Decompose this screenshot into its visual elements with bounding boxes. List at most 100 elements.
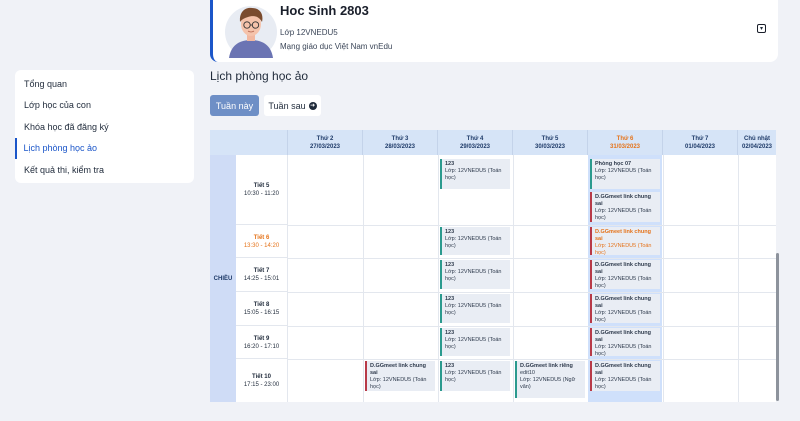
sidebar-item-registered-courses[interactable]: Khóa học đã đăng ký — [15, 116, 194, 138]
class-card[interactable]: 123 Lớp: 12VNEDU5 (Toán học) — [440, 328, 510, 356]
student-name: Hoc Sinh 2803 — [280, 3, 369, 18]
scrollbar[interactable] — [776, 253, 779, 401]
card-line: học) — [445, 376, 456, 383]
card-line: học) — [445, 309, 456, 316]
period-time: 10:30 - 11:20 — [244, 191, 279, 197]
class-card[interactable]: D.GGmeet link chung sai Lớp: 12VNEDU5 (T… — [590, 328, 660, 356]
period-name: Tiết 5 — [253, 183, 270, 189]
period-name: Tiết 7 — [253, 268, 270, 274]
page-title: Lịch phòng học ảo — [210, 69, 309, 83]
class-card[interactable]: D.GGmeet link chung sai Lớp: 12VNEDU5 (T… — [590, 227, 660, 255]
card-line: Lớp: 12VNEDU5 (Toán — [445, 268, 502, 275]
card-line: học) — [445, 343, 456, 350]
card-title: 123 — [445, 295, 455, 302]
card-line: học) — [370, 383, 381, 390]
card-line: học) — [445, 275, 456, 282]
sidebar-item-exam-results[interactable]: Kết quả thi, kiểm tra — [15, 159, 194, 181]
class-card[interactable]: D.GGmeet link chung sai Lớp: 12VNEDU5 (T… — [590, 361, 660, 391]
class-card[interactable]: D.GGmeet link chung sai Lớp: 12VNEDU5 (T… — [590, 192, 660, 222]
header-day-tue: Thứ 3 28/03/2023 — [363, 130, 438, 155]
sidebar: Tổng quan Lớp học của con Khóa học đã đă… — [15, 70, 194, 183]
period-name: Tiết 10 — [252, 374, 271, 380]
card-line: Lớp: 12VNEDU5 (Toán — [595, 343, 652, 350]
grid-line — [288, 359, 776, 360]
class-card[interactable]: 123 Lớp: 12VNEDU5 (Toán học) — [440, 294, 510, 323]
grid-line — [663, 155, 664, 402]
grid-line — [363, 155, 364, 402]
period-time: 16:20 - 17:10 — [243, 343, 280, 350]
grid-line — [288, 326, 776, 327]
class-card[interactable]: 123 Lớp: 12VNEDU5 (Toán học) — [440, 227, 510, 255]
card-title: D.GGmeet link riêng — [520, 362, 573, 369]
next-week-button[interactable]: Tuần sau ➜ — [264, 95, 321, 116]
card-title: 123 — [445, 228, 455, 235]
profile-card: Hoc Sinh 2803 Lớp 12VNEDU5 Mạng giáo dục… — [210, 0, 778, 62]
card-line: Lớp: 12VNEDU5 (Toán — [595, 376, 652, 383]
grid-line — [738, 155, 739, 402]
grid-line — [288, 292, 776, 293]
period-time: 17:15 - 23:00 — [243, 382, 280, 388]
header-day-mon: Thứ 2 27/03/2023 — [288, 130, 363, 155]
chevron-down-icon[interactable]: ▾ — [757, 24, 766, 33]
card-line: Lớp: 12VNEDU5 (Toán — [445, 235, 502, 242]
card-line: Lớp: 12VNEDU5 (Ngữ — [520, 376, 576, 383]
day-name: Thứ 6 — [616, 135, 634, 142]
grid-line — [513, 155, 514, 402]
day-date: 28/03/2023 — [384, 143, 416, 150]
header-day-wed: Thứ 4 29/03/2023 — [438, 130, 513, 155]
period-time: 15:05 - 16:15 — [243, 310, 280, 316]
period-cell: Tiết 6 13:30 - 14:20 — [236, 225, 288, 258]
card-line: học) — [595, 383, 606, 390]
grid-line — [288, 258, 776, 259]
header-day-fri: Thứ 6 31/03/2023 — [588, 130, 663, 155]
card-line: Lớp: 12VNEDU5 (Toán — [445, 302, 502, 309]
card-title: D.GGmeet link chung sai — [370, 362, 426, 376]
class-card[interactable]: 123 Lớp: 12VNEDU5 (Toán học) — [440, 159, 510, 189]
card-title: 123 — [445, 362, 455, 369]
period-name: Tiết 9 — [253, 335, 270, 342]
sidebar-item-child-classes[interactable]: Lớp học của con — [15, 95, 194, 117]
card-line: học) — [595, 174, 606, 181]
card-title: D.GGmeet link chung sai — [595, 228, 651, 242]
card-line: Lớp: 12VNEDU5 (Toán — [370, 376, 427, 383]
header-day-sat: Thứ 7 01/04/2023 — [663, 130, 738, 155]
day-date: 01/04/2023 — [684, 143, 716, 150]
card-line: Lớp: 12VNEDU5 (Toán — [445, 167, 502, 174]
day-name: Thứ 3 — [391, 135, 409, 142]
card-title: D.GGmeet link chung sai — [595, 362, 651, 376]
day-name: Thứ 5 — [541, 135, 559, 142]
card-line: Lớp: 12VNEDU5 (Toán — [595, 242, 652, 249]
grid-line — [288, 225, 776, 226]
card-line: văn) — [520, 383, 531, 390]
sidebar-item-overview[interactable]: Tổng quan — [15, 73, 194, 95]
avatar — [225, 6, 277, 58]
card-line: học) — [445, 242, 456, 249]
student-class: Lớp 12VNEDU5 — [280, 28, 338, 37]
grid-line — [438, 155, 439, 402]
class-card[interactable]: 123 Lớp: 12VNEDU5 (Toán học) — [440, 260, 510, 289]
sidebar-item-virtual-classroom[interactable]: Lịch phòng học ảo — [15, 137, 194, 159]
schedule-grid: Thứ 2 27/03/2023 Thứ 3 28/03/2023 Thứ 4 … — [210, 130, 776, 402]
class-card[interactable]: D.GGmeet link chung sai Lớp: 12VNEDU5 (T… — [590, 294, 660, 323]
day-name: Thứ 4 — [466, 135, 484, 142]
card-line: học) — [595, 282, 606, 289]
card-line: học) — [445, 174, 456, 181]
card-title: Phòng học 07 — [595, 160, 632, 167]
day-date: 29/03/2023 — [459, 143, 491, 150]
class-card[interactable]: D.GGmeet link chung sai Lớp: 12VNEDU5 (T… — [590, 260, 660, 289]
period-time: 14:25 - 15:01 — [243, 276, 280, 282]
header-day-sun: Chủ nhật 02/04/2023 — [738, 130, 776, 155]
card-line: Lớp: 12VNEDU5 (Toán — [595, 207, 652, 214]
card-line: học) — [595, 316, 606, 323]
class-card[interactable]: D.GGmeet link chung sai Lớp: 12VNEDU5 (T… — [365, 361, 435, 391]
class-card[interactable]: Phòng học 07 Lớp: 12VNEDU5 (Toán học) — [590, 159, 660, 189]
header-day-thu: Thứ 5 30/03/2023 — [513, 130, 588, 155]
card-title: D.GGmeet link chung sai — [595, 329, 651, 343]
card-title: D.GGmeet link chung sai — [595, 295, 651, 309]
card-title: 123 — [445, 160, 455, 167]
class-card[interactable]: D.GGmeet link riêng edit10 Lớp: 12VNEDU5… — [515, 361, 585, 398]
card-line: Lớp: 12VNEDU5 (Toán — [445, 336, 502, 343]
class-card[interactable]: 123 Lớp: 12VNEDU5 (Toán học) — [440, 361, 510, 391]
this-week-button[interactable]: Tuần này — [210, 95, 259, 116]
card-line: edit10 — [520, 369, 535, 376]
